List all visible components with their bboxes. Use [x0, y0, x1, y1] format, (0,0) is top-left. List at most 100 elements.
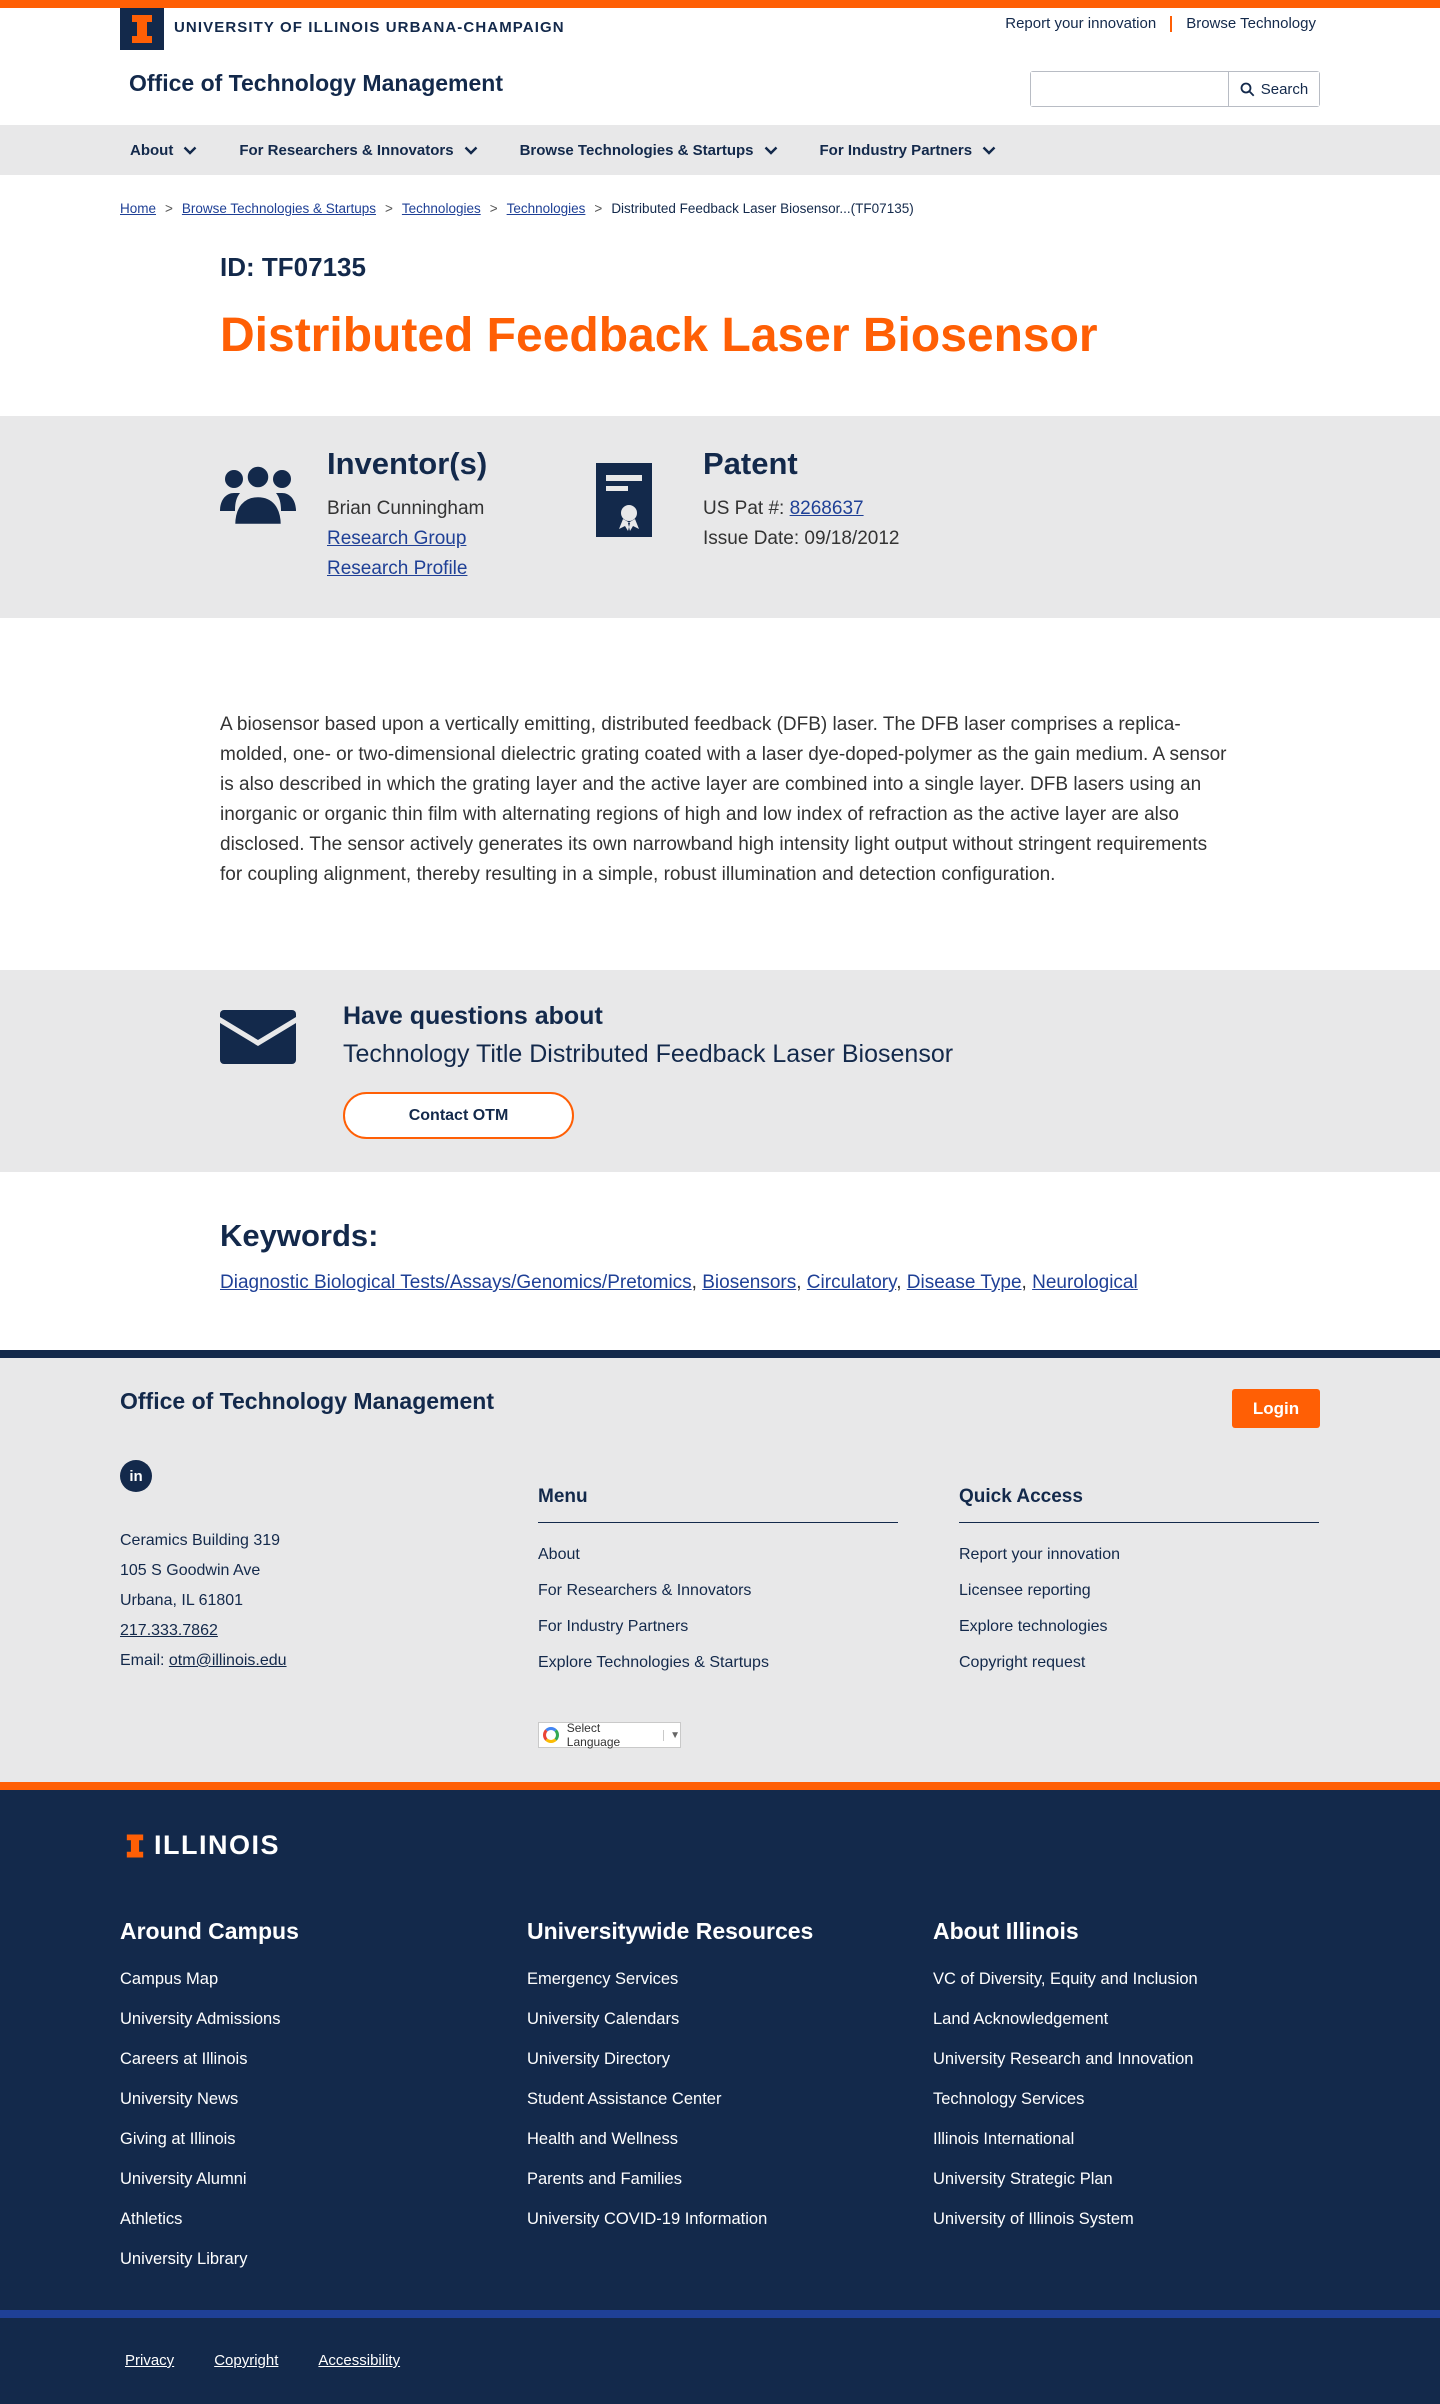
illinois-logo[interactable]: ILLINOIS — [126, 1830, 280, 1861]
quick-access-link[interactable]: Report your innovation — [959, 1546, 1120, 1563]
resource-link[interactable]: Emergency Services — [527, 1970, 678, 1988]
chevron-down-icon — [982, 146, 996, 155]
campus-link[interactable]: Giving at Illinois — [120, 2130, 236, 2148]
nav-item-industry[interactable]: For Industry Partners — [820, 142, 997, 159]
resource-link[interactable]: Student Assistance Center — [527, 2090, 721, 2108]
accessibility-link[interactable]: Accessibility — [318, 2352, 400, 2369]
patent-number-link[interactable]: 8268637 — [790, 498, 864, 519]
search-icon — [1240, 82, 1255, 96]
about-link[interactable]: Illinois International — [933, 2130, 1074, 2148]
patent-label: US Pat #: — [703, 498, 790, 519]
resource-link[interactable]: Parents and Families — [527, 2170, 682, 2188]
campus-link[interactable]: University Admissions — [120, 2010, 280, 2028]
email-label: Email: — [120, 1652, 169, 1669]
quick-access-link[interactable]: Licensee reporting — [959, 1582, 1091, 1599]
breadcrumb-separator: > — [165, 201, 173, 216]
block-i-icon — [126, 1834, 144, 1857]
keyword-link[interactable]: Circulatory — [807, 1272, 896, 1293]
legal-footer: Privacy Copyright Accessibility — [0, 2318, 1440, 2404]
page-title: Distributed Feedback Laser Biosensor — [220, 309, 1098, 362]
campus-link[interactable]: University Library — [120, 2250, 247, 2268]
footer-quick-access: Quick Access Report your innovation Lice… — [959, 1486, 1319, 1681]
phone-link[interactable]: 217.333.7862 — [120, 1622, 218, 1639]
university-wordmark[interactable]: UNIVERSITY OF ILLINOIS URBANA-CHAMPAIGN — [174, 19, 565, 36]
resource-link[interactable]: University Directory — [527, 2050, 670, 2068]
breadcrumb: Home > Browse Technologies & Startups > … — [120, 201, 914, 216]
footer-menu-link[interactable]: Explore Technologies & Startups — [538, 1654, 769, 1671]
breadcrumb-home[interactable]: Home — [120, 201, 156, 216]
block-i-logo[interactable] — [120, 8, 164, 50]
contact-address: Ceramics Building 319 105 S Goodwin Ave … — [120, 1526, 287, 1676]
nav-item-researchers[interactable]: For Researchers & Innovators — [239, 142, 477, 159]
footer-menu-link[interactable]: For Industry Partners — [538, 1618, 688, 1635]
keywords-list: Diagnostic Biological Tests/Assays/Genom… — [220, 1272, 1138, 1293]
campus-link[interactable]: University News — [120, 2090, 238, 2108]
research-profile-link[interactable]: Research Profile — [327, 558, 467, 580]
breadcrumb-browse[interactable]: Browse Technologies & Startups — [182, 201, 376, 216]
footer-divider — [0, 1350, 1440, 1358]
around-campus-column: Around Campus Campus Map University Admi… — [120, 1918, 299, 2279]
campus-link[interactable]: University Alumni — [120, 2170, 247, 2188]
main-navigation: About For Researchers & Innovators Brows… — [0, 125, 1440, 175]
questions-band: Have questions about Technology Title Di… — [0, 970, 1440, 1172]
resource-link[interactable]: University Calendars — [527, 2010, 679, 2028]
contact-otm-button[interactable]: Contact OTM — [343, 1092, 574, 1139]
page: UNIVERSITY OF ILLINOIS URBANA-CHAMPAIGN … — [0, 0, 1440, 2404]
language-select[interactable]: Select Language ▼ — [538, 1721, 681, 1749]
privacy-link[interactable]: Privacy — [125, 2352, 174, 2369]
resource-link[interactable]: University COVID-19 Information — [527, 2210, 767, 2228]
footer-menu-link[interactable]: For Researchers & Innovators — [538, 1582, 751, 1599]
search-input[interactable] — [1031, 72, 1228, 106]
linkedin-icon[interactable]: in — [120, 1460, 152, 1492]
search-form: Search — [1030, 71, 1320, 107]
footer-menu-heading: Menu — [538, 1486, 898, 1523]
report-innovation-link[interactable]: Report your innovation — [1005, 15, 1156, 32]
email-link[interactable]: otm@illinois.edu — [169, 1652, 287, 1669]
about-link[interactable]: Technology Services — [933, 2090, 1084, 2108]
quick-access-link[interactable]: Explore technologies — [959, 1618, 1108, 1635]
search-button[interactable]: Search — [1228, 72, 1319, 106]
about-link[interactable]: University Strategic Plan — [933, 2170, 1113, 2188]
envelope-icon — [220, 1010, 296, 1064]
technology-description: A biosensor based upon a vertically emit… — [220, 714, 1227, 885]
site-title[interactable]: Office of Technology Management — [129, 70, 503, 97]
campus-link[interactable]: Athletics — [120, 2210, 182, 2228]
about-link[interactable]: Land Acknowledgement — [933, 2010, 1108, 2028]
about-illinois-heading: About Illinois — [933, 1918, 1079, 1944]
campus-footer: ILLINOIS Around Campus Campus Map Univer… — [0, 1790, 1440, 2310]
about-link[interactable]: VC of Diversity, Equity and Inclusion — [933, 1970, 1198, 1988]
nav-item-about[interactable]: About — [130, 142, 197, 159]
address-line: Ceramics Building 319 — [120, 1532, 281, 1549]
footer-office-title[interactable]: Office of Technology Management — [120, 1388, 494, 1415]
keyword-link[interactable]: Disease Type — [907, 1272, 1022, 1293]
footer-menu-link[interactable]: About — [538, 1546, 580, 1563]
quick-access-link[interactable]: Copyright request — [959, 1654, 1085, 1671]
resources-heading: Universitywide Resources — [527, 1918, 814, 1944]
patent-certificate-icon — [596, 463, 652, 537]
breadcrumb-technologies-2[interactable]: Technologies — [507, 201, 586, 216]
campus-link[interactable]: Careers at Illinois — [120, 2050, 247, 2068]
search-button-label: Search — [1260, 80, 1309, 98]
technology-info-band: Inventor(s) Brian Cunningham Research Gr… — [0, 416, 1440, 618]
utility-divider — [1170, 15, 1173, 32]
about-link[interactable]: University of Illinois System — [933, 2210, 1134, 2228]
google-g-icon — [543, 1727, 559, 1743]
keyword-link[interactable]: Biosensors — [702, 1272, 796, 1293]
breadcrumb-separator: > — [594, 201, 603, 216]
campus-link[interactable]: Campus Map — [120, 1970, 218, 1988]
copyright-link[interactable]: Copyright — [214, 2352, 278, 2369]
breadcrumb-separator: > — [385, 201, 393, 216]
address-line: Urbana, IL 61801 — [120, 1592, 244, 1609]
login-button[interactable]: Login — [1232, 1389, 1320, 1428]
resource-link[interactable]: Health and Wellness — [527, 2130, 678, 2148]
research-group-link[interactable]: Research Group — [327, 528, 466, 550]
about-link[interactable]: University Research and Innovation — [933, 2050, 1193, 2068]
browse-technology-link[interactable]: Browse Technology — [1186, 15, 1316, 32]
keyword-link[interactable]: Neurological — [1032, 1272, 1138, 1293]
keyword-link[interactable]: Diagnostic Biological Tests/Assays/Genom… — [220, 1272, 692, 1293]
technology-id: ID: TF07135 — [220, 252, 366, 282]
chevron-down-icon — [464, 146, 477, 155]
breadcrumb-technologies[interactable]: Technologies — [402, 201, 481, 216]
nav-item-browse[interactable]: Browse Technologies & Startups — [520, 142, 778, 159]
language-select-label: Select Language — [566, 1721, 621, 1749]
